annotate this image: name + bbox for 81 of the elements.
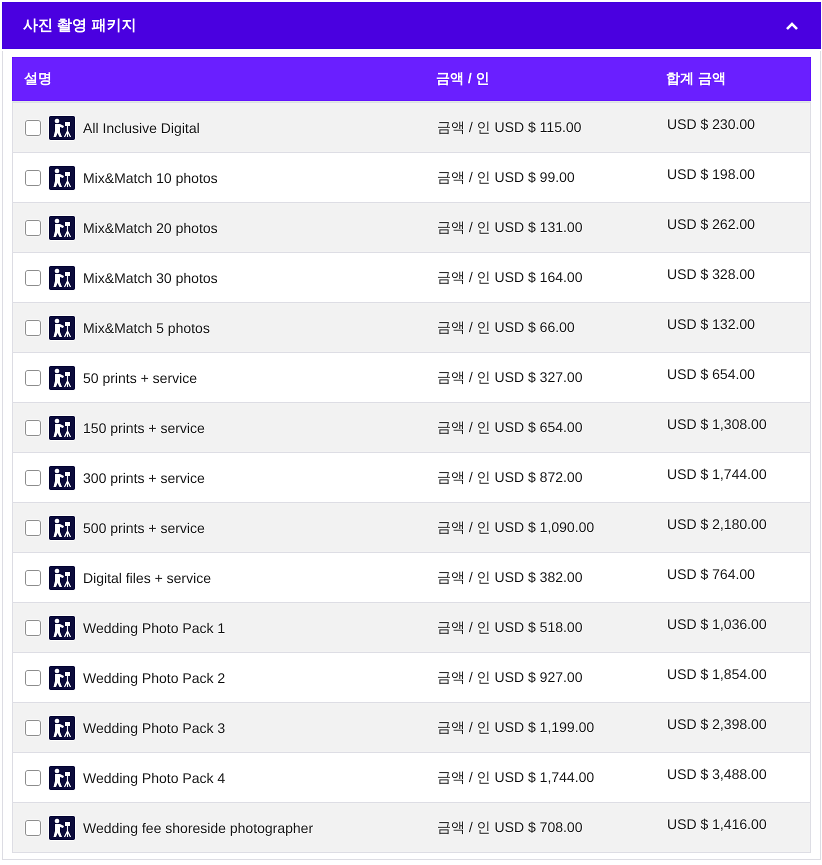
total-price: USD $ 328.00 bbox=[667, 266, 755, 282]
photographer-icon bbox=[49, 166, 75, 190]
package-name: Mix&Match 20 photos bbox=[83, 220, 218, 236]
photographer-icon bbox=[49, 266, 75, 290]
checkbox[interactable] bbox=[25, 320, 41, 336]
price-per-person: 금액 / 인 USD $ 1,090.00 bbox=[437, 518, 594, 536]
total-price: USD $ 2,398.00 bbox=[667, 716, 767, 732]
package-name: 150 prints + service bbox=[83, 420, 205, 436]
package-name: Digital files + service bbox=[83, 570, 211, 586]
checkbox[interactable] bbox=[25, 520, 41, 536]
total-price: USD $ 1,308.00 bbox=[667, 416, 767, 432]
checkbox[interactable] bbox=[25, 220, 41, 236]
price-per-person: 금액 / 인 USD $ 518.00 bbox=[437, 618, 583, 636]
total-price: USD $ 3,488.00 bbox=[667, 766, 767, 782]
package-name: All Inclusive Digital bbox=[83, 120, 200, 136]
photographer-icon bbox=[49, 366, 75, 390]
package-name: Wedding Photo Pack 1 bbox=[83, 620, 226, 636]
price-per-person: 금액 / 인 USD $ 1,744.00 bbox=[437, 768, 594, 786]
panel-title: 사진 촬영 패키지 bbox=[23, 16, 136, 35]
photographer-icon bbox=[49, 666, 75, 690]
total-price: USD $ 1,744.00 bbox=[667, 466, 767, 482]
photographer-icon bbox=[49, 316, 75, 340]
price-per-person: 금액 / 인 USD $ 872.00 bbox=[437, 468, 583, 486]
checkbox[interactable] bbox=[25, 170, 41, 186]
package-name: Wedding Photo Pack 2 bbox=[83, 670, 226, 686]
price-per-person: 금액 / 인 USD $ 99.00 bbox=[437, 168, 575, 186]
total-price: USD $ 230.00 bbox=[667, 116, 755, 132]
checkbox[interactable] bbox=[25, 720, 41, 736]
package-name: Wedding Photo Pack 3 bbox=[83, 720, 226, 736]
photographer-icon bbox=[49, 766, 75, 790]
price-per-person: 금액 / 인 USD $ 927.00 bbox=[437, 668, 583, 686]
price-per-person: 금액 / 인 USD $ 1,199.00 bbox=[437, 718, 594, 736]
photographer-icon bbox=[49, 566, 75, 590]
total-price: USD $ 1,416.00 bbox=[667, 816, 767, 832]
panel-header[interactable]: 사진 촬영 패키지 bbox=[2, 2, 821, 49]
total-price: USD $ 198.00 bbox=[667, 166, 755, 182]
photographer-icon bbox=[49, 416, 75, 440]
checkbox[interactable] bbox=[25, 620, 41, 636]
total-price: USD $ 1,854.00 bbox=[667, 666, 767, 682]
column-header: 금액 / 인 bbox=[435, 70, 491, 88]
price-per-person: 금액 / 인 USD $ 164.00 bbox=[437, 268, 583, 286]
photographer-icon bbox=[49, 716, 75, 740]
checkbox[interactable] bbox=[25, 670, 41, 686]
package-name: Mix&Match 5 photos bbox=[83, 320, 210, 336]
photographer-icon bbox=[49, 466, 75, 490]
price-per-person: 금액 / 인 USD $ 66.00 bbox=[437, 318, 575, 336]
package-name: 300 prints + service bbox=[83, 470, 205, 486]
total-price: USD $ 2,180.00 bbox=[667, 516, 767, 532]
total-price: USD $ 262.00 bbox=[667, 216, 755, 232]
checkbox[interactable] bbox=[25, 770, 41, 786]
photographer-icon bbox=[49, 116, 75, 140]
package-name: 500 prints + service bbox=[83, 520, 205, 536]
price-per-person: 금액 / 인 USD $ 327.00 bbox=[437, 368, 583, 386]
column-header: 합계 금액 bbox=[665, 70, 727, 88]
total-price: USD $ 654.00 bbox=[667, 366, 755, 382]
chevron-up-icon[interactable] bbox=[785, 20, 799, 30]
price-per-person: 금액 / 인 USD $ 115.00 bbox=[437, 118, 582, 136]
package-name: Mix&Match 10 photos bbox=[83, 170, 218, 186]
column-header: 설명 bbox=[23, 70, 53, 88]
checkbox[interactable] bbox=[25, 120, 41, 136]
photographer-icon bbox=[49, 216, 75, 240]
price-per-person: 금액 / 인 USD $ 131.00 bbox=[437, 218, 583, 236]
package-name: Wedding Photo Pack 4 bbox=[83, 770, 226, 786]
total-price: USD $ 1,036.00 bbox=[667, 616, 767, 632]
price-per-person: 금액 / 인 USD $ 708.00 bbox=[437, 818, 583, 836]
checkbox[interactable] bbox=[25, 420, 41, 436]
checkbox[interactable] bbox=[25, 570, 41, 586]
checkbox[interactable] bbox=[25, 270, 41, 286]
photographer-icon bbox=[49, 816, 75, 840]
package-name: Wedding fee shoreside photographer bbox=[83, 820, 314, 836]
package-name: 50 prints + service bbox=[83, 370, 197, 386]
total-price: USD $ 764.00 bbox=[667, 566, 755, 582]
price-per-person: 금액 / 인 USD $ 654.00 bbox=[437, 418, 583, 436]
price-per-person: 금액 / 인 USD $ 382.00 bbox=[437, 568, 583, 586]
checkbox[interactable] bbox=[25, 820, 41, 836]
checkbox[interactable] bbox=[25, 370, 41, 386]
checkbox[interactable] bbox=[25, 470, 41, 486]
photographer-icon bbox=[49, 616, 75, 640]
photographer-icon bbox=[49, 516, 75, 540]
total-price: USD $ 132.00 bbox=[667, 316, 755, 332]
package-name: Mix&Match 30 photos bbox=[83, 270, 218, 286]
